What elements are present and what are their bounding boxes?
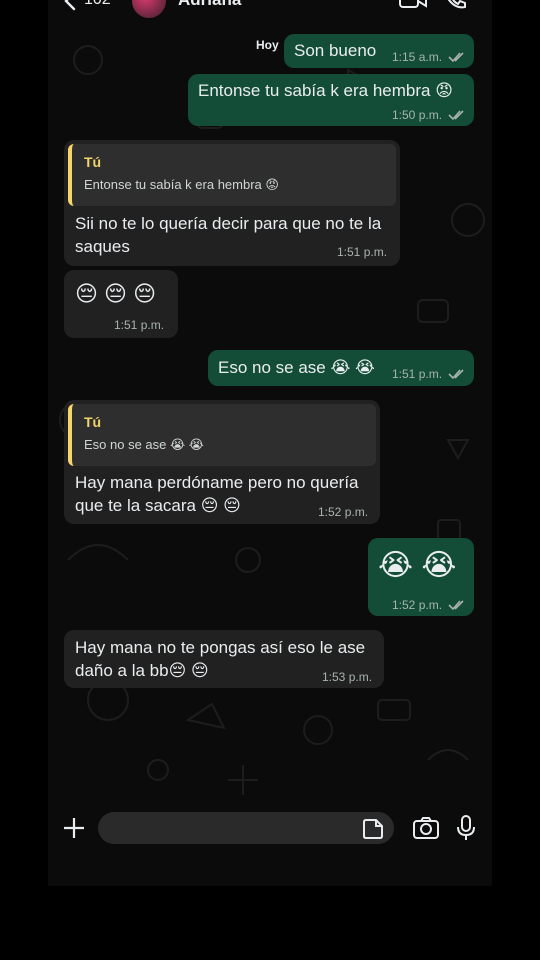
phone-icon[interactable] xyxy=(444,0,468,12)
message-time: 1:51 p.m. xyxy=(114,318,165,332)
message-time: 1:15 a.m. xyxy=(392,50,443,64)
day-separator: Hoy xyxy=(256,38,279,52)
incoming-message[interactable]: Tú Eso no se ase 😭 😭 Hay mana perdóname … xyxy=(64,400,380,524)
video-camera-icon[interactable] xyxy=(398,0,428,12)
avatar[interactable] xyxy=(132,0,166,18)
outgoing-message[interactable]: 😭 😭 1:52 p.m. xyxy=(368,538,474,616)
message-text: Son bueno xyxy=(294,41,377,60)
message-time: 1:50 p.m. xyxy=(392,108,443,122)
quote-author: Tú xyxy=(84,414,102,430)
outgoing-message[interactable]: Entonse tu sabía k era hembra 😡 1:50 p.m… xyxy=(188,74,474,126)
quote-text: Eso no se ase 😭 😭 xyxy=(84,437,204,452)
message-text: 😭 😭 xyxy=(378,549,457,582)
message-time: 1:53 p.m. xyxy=(322,670,373,684)
incoming-message[interactable]: 😔 😔 😔 1:51 p.m. xyxy=(64,270,178,338)
double-check-icon xyxy=(448,600,464,611)
quoted-message[interactable]: Tú Entonse tu sabía k era hembra 😡 xyxy=(68,144,396,206)
double-check-icon xyxy=(448,52,464,63)
incoming-message[interactable]: Hay mana no te pongas así eso le ase dañ… xyxy=(64,630,384,688)
outgoing-message[interactable]: Eso no se ase 😭 😭 1:51 p.m. xyxy=(208,350,474,386)
chat-screen: 102 Adriana Hoy Son bueno 1:15 a.m. Ento… xyxy=(48,0,492,886)
quote-text: Entonse tu sabía k era hembra 😡 xyxy=(84,177,279,192)
unread-count[interactable]: 102 xyxy=(84,0,111,9)
message-text: 😔 😔 😔 xyxy=(75,281,157,306)
message-text: Entonse tu sabía k era hembra 😡 xyxy=(198,81,453,100)
microphone-icon[interactable] xyxy=(456,814,476,842)
quote-author: Tú xyxy=(84,154,102,170)
message-composer xyxy=(48,804,492,886)
double-check-icon xyxy=(448,110,464,121)
quoted-message[interactable]: Tú Eso no se ase 😭 😭 xyxy=(68,404,376,466)
message-text: Sii no te lo quería decir para que no te… xyxy=(75,214,382,256)
plus-icon[interactable] xyxy=(62,816,86,840)
message-time: 1:52 p.m. xyxy=(318,505,369,519)
message-input[interactable] xyxy=(98,812,394,844)
chevron-left-icon[interactable] xyxy=(60,0,82,12)
chat-header: 102 Adriana xyxy=(48,0,492,18)
outgoing-message[interactable]: Son bueno 1:15 a.m. xyxy=(284,34,474,68)
double-check-icon xyxy=(448,369,464,380)
message-time: 1:51 p.m. xyxy=(392,367,443,381)
message-time: 1:52 p.m. xyxy=(392,598,443,612)
camera-icon[interactable] xyxy=(412,816,440,840)
message-text: Eso no se ase 😭 😭 xyxy=(218,358,375,377)
message-text: Hay mana perdóname pero no quería que te… xyxy=(75,473,359,515)
sticker-icon[interactable] xyxy=(362,818,384,840)
message-time: 1:51 p.m. xyxy=(337,245,388,259)
contact-name[interactable]: Adriana xyxy=(178,0,241,10)
incoming-message[interactable]: Tú Entonse tu sabía k era hembra 😡 Sii n… xyxy=(64,140,400,266)
